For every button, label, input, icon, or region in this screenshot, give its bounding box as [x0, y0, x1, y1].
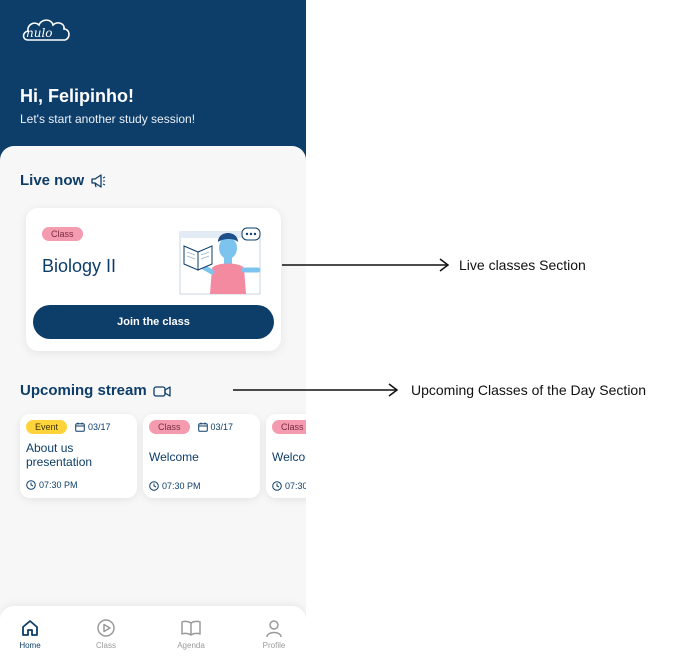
stream-time: 07:30 PM: [26, 480, 78, 490]
stream-date: 03/17: [197, 422, 234, 432]
stream-title: Welcome: [272, 450, 306, 464]
join-class-button[interactable]: Join the class: [33, 305, 274, 339]
tab-class[interactable]: Class: [76, 618, 136, 650]
play-icon: [97, 619, 115, 637]
home-icon: [22, 620, 38, 636]
logo-text: nulo: [26, 26, 53, 40]
tab-label: Class: [95, 641, 116, 650]
calendar-icon: [75, 422, 85, 432]
clock-icon: [149, 481, 159, 491]
annotation-arrow-live: [282, 258, 450, 272]
event-tag: Event: [26, 420, 68, 434]
class-tag: Class: [272, 420, 306, 434]
megaphone-icon: [91, 173, 106, 188]
stream-time: 07:30 PM: [272, 481, 306, 491]
tab-agenda[interactable]: Agenda: [161, 618, 221, 650]
live-now-heading: Live now: [20, 172, 106, 189]
stream-date-text: 03/17: [210, 422, 234, 432]
live-class-subject: Biology II: [42, 256, 117, 276]
phone-screen: nulo Hi, Felipinho! Let's start another …: [0, 0, 306, 661]
upcoming-stream-title: Upcoming stream: [20, 382, 147, 399]
stream-time-text: 07:30 PM: [39, 480, 78, 490]
stream-card[interactable]: Event 03/17 About us presentation 07:30 …: [20, 414, 137, 498]
annotation-live-classes: Live classes Section: [459, 257, 586, 273]
stream-title: Welcome: [149, 450, 199, 464]
tab-label: Profile: [262, 641, 286, 650]
user-icon: [266, 620, 282, 638]
tab-label: Home: [19, 641, 41, 650]
class-tag: Class: [149, 420, 190, 434]
tab-profile[interactable]: Profile: [244, 618, 304, 650]
calendar-icon: [197, 422, 208, 432]
stream-time-text: 07:30 PM: [285, 481, 306, 491]
video-camera-icon: [153, 385, 171, 397]
clock-icon: [272, 481, 282, 491]
class-tag: Class: [42, 227, 83, 241]
stream-date: 03/17: [75, 422, 111, 432]
teacher-illustration: [179, 227, 261, 295]
tab-label: Agenda: [177, 641, 205, 650]
bottom-tab-bar: Home Class Agenda Profile: [0, 606, 306, 661]
live-class-card[interactable]: Class Biology II Join the class: [26, 208, 281, 351]
stream-card[interactable]: Class Welcome 07:30 PM: [266, 414, 306, 498]
annotation-arrow-upcoming: [233, 383, 399, 397]
greeting-title: Hi, Felipinho!: [20, 86, 134, 106]
greeting-subtitle: Let's start another study session!: [20, 112, 196, 126]
clock-icon: [26, 480, 36, 490]
stream-date-text: 03/17: [88, 422, 111, 432]
annotation-upcoming-classes: Upcoming Classes of the Day Section: [411, 382, 646, 398]
stream-time: 07:30 PM: [149, 481, 201, 491]
book-icon: [181, 620, 201, 636]
stream-card[interactable]: Class 03/17 Welcome 07:30 PM: [143, 414, 260, 498]
upcoming-stream-heading: Upcoming stream: [20, 382, 171, 399]
live-now-title: Live now: [20, 172, 85, 189]
main-content: Live now Class Biology II Join the class…: [0, 146, 306, 661]
stream-title: About us presentation: [26, 441, 93, 469]
tab-home[interactable]: Home: [0, 618, 60, 650]
stream-time-text: 07:30 PM: [162, 481, 201, 491]
